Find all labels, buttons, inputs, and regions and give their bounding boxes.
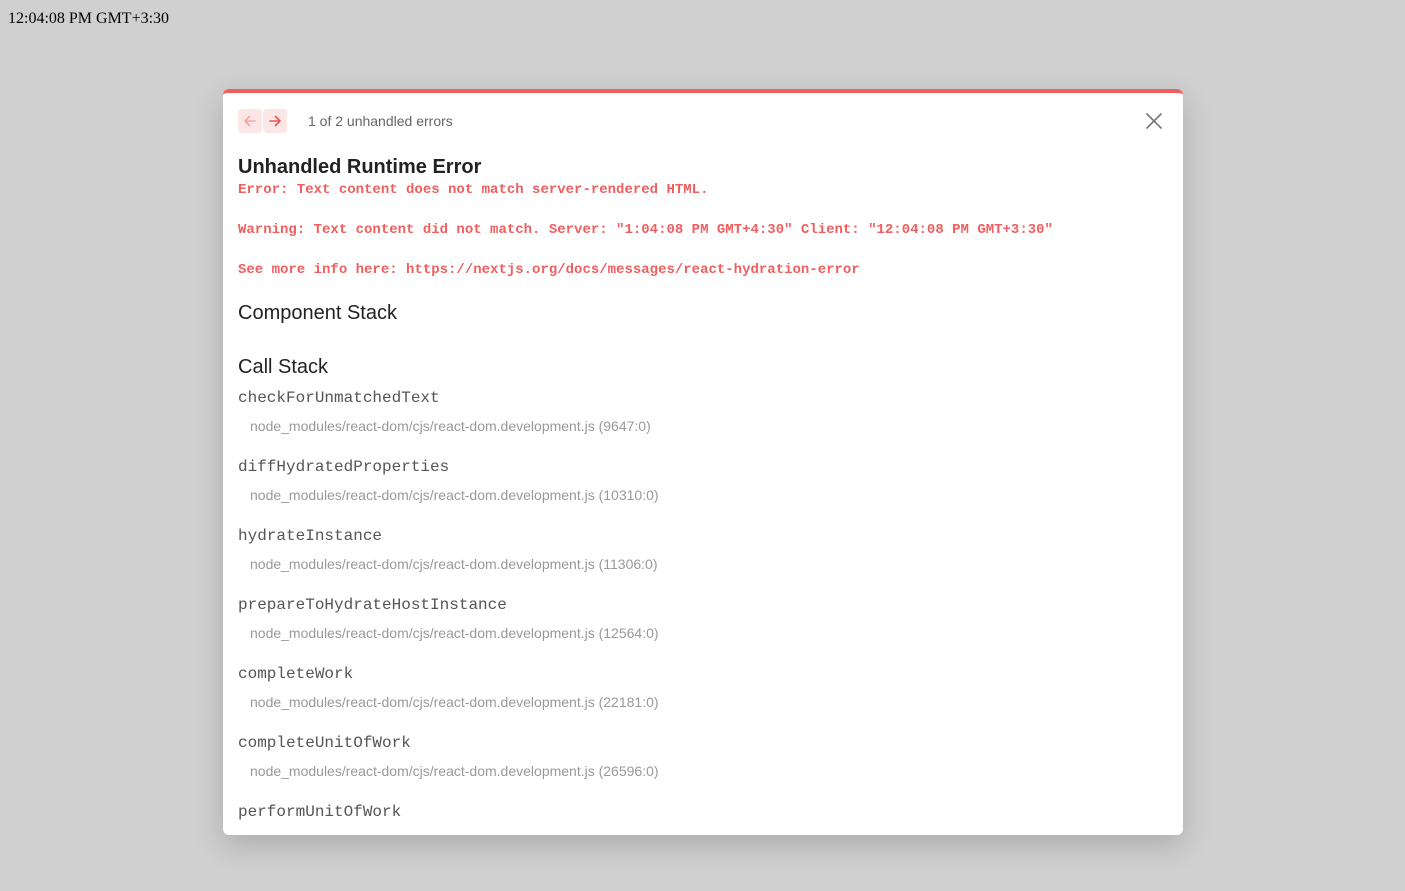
error-pagination <box>238 109 288 133</box>
frame-function-name: diffHydratedProperties <box>238 458 450 476</box>
frame-function-name: performUnitOfWork <box>238 803 402 821</box>
frame-function-name: checkForUnmatchedText <box>238 389 440 407</box>
error-title: Unhandled Runtime Error <box>238 156 482 178</box>
error-overlay-dialog: 1 of 2 unhandled errors Unhandled Runtim… <box>223 89 1183 835</box>
call-stack-frame: completeUnitOfWork node_modules/react-do… <box>238 731 1167 800</box>
close-icon <box>1146 113 1162 129</box>
frame-file-location[interactable]: node_modules/react-dom/cjs/react-dom.dev… <box>250 762 1167 780</box>
arrow-right-icon <box>269 115 281 127</box>
call-stack-frame: checkForUnmatchedText node_modules/react… <box>238 386 1167 455</box>
frame-function-name: completeWork <box>238 665 354 683</box>
frame-file-location[interactable]: node_modules/react-dom/cjs/react-dom.dev… <box>250 555 1167 573</box>
close-button[interactable] <box>1141 108 1167 134</box>
error-counter: 1 of 2 unhandled errors <box>308 113 453 129</box>
call-stack-heading: Call Stack <box>238 356 329 378</box>
call-stack-frame: completeWork node_modules/react-dom/cjs/… <box>238 662 1167 731</box>
frame-function-name: hydrateInstance <box>238 527 383 545</box>
frame-file-location[interactable]: node_modules/react-dom/cjs/react-dom.dev… <box>250 417 1167 435</box>
previous-error-button[interactable] <box>238 109 262 133</box>
frame-file-location[interactable]: node_modules/react-dom/cjs/react-dom.dev… <box>250 624 1167 642</box>
arrow-left-icon <box>244 115 256 127</box>
frame-file-location[interactable]: node_modules/react-dom/cjs/react-dom.dev… <box>250 486 1167 504</box>
call-stack-frame: prepareToHydrateHostInstance node_module… <box>238 593 1167 662</box>
frame-function-name: prepareToHydrateHostInstance <box>238 596 507 614</box>
call-stack-frame: hydrateInstance node_modules/react-dom/c… <box>238 524 1167 593</box>
call-stack-frame: performUnitOfWork <box>238 800 1167 835</box>
more-info-message[interactable]: See more info here: https://nextjs.org/d… <box>238 260 1167 280</box>
error-message: Error: Text content does not match serve… <box>238 182 709 198</box>
component-stack-heading: Component Stack <box>238 302 397 324</box>
call-stack-frame: diffHydratedProperties node_modules/reac… <box>238 455 1167 524</box>
warning-message: Warning: Text content did not match. Ser… <box>238 222 1053 238</box>
call-stack-list: checkForUnmatchedText node_modules/react… <box>238 386 1167 835</box>
frame-function-name: completeUnitOfWork <box>238 734 411 752</box>
frame-file-location[interactable]: node_modules/react-dom/cjs/react-dom.dev… <box>250 693 1167 711</box>
page-time-text: 12:04:08 PM GMT+3:30 <box>8 10 170 27</box>
next-error-button[interactable] <box>263 109 287 133</box>
overlay-toolbar: 1 of 2 unhandled errors <box>238 108 1167 134</box>
